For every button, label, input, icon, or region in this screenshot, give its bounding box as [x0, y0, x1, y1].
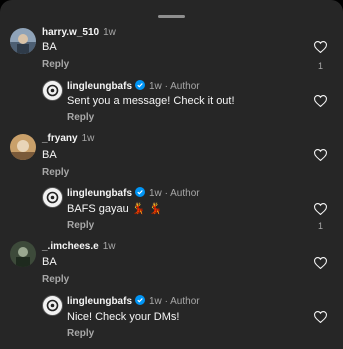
author-badge-label: Author [170, 81, 200, 92]
author-badge: · Author [161, 188, 200, 199]
reply-button[interactable]: Reply [42, 167, 69, 178]
reply-text: Sent you a message! Check it out! [67, 95, 235, 107]
verified-badge-icon [135, 187, 145, 197]
comment-text: BA [42, 256, 57, 268]
reply-meta: lingleungbafs 1w · Author [67, 295, 200, 307]
reply-meta: lingleungbafs 1w · Author [67, 187, 200, 199]
emoji-dancer: 💃 💃 [131, 203, 163, 215]
comment-username[interactable]: _fryany [42, 133, 78, 144]
heart-icon[interactable] [314, 41, 327, 53]
reply-time: 1w [149, 296, 162, 307]
reply-time: 1w [149, 81, 162, 92]
reply-username[interactable]: lingleungbafs [67, 81, 132, 92]
reply-time: 1w [149, 188, 162, 199]
reply-button[interactable]: Reply [42, 274, 69, 285]
avatar[interactable] [42, 80, 63, 101]
reply-meta: lingleungbafs 1w · Author [67, 80, 200, 92]
drag-handle[interactable] [158, 15, 185, 18]
heart-icon[interactable] [314, 95, 327, 107]
comment-meta: _.imchees.e 1w [42, 241, 116, 252]
comment-meta: _fryany 1w [42, 133, 94, 144]
reply-text: Nice! Check your DMs! [67, 311, 180, 323]
author-badge-label: Author [170, 188, 200, 199]
avatar[interactable] [42, 187, 63, 208]
verified-badge-icon [135, 295, 145, 305]
comment-username[interactable]: harry.w_510 [42, 27, 99, 38]
heart-icon[interactable] [314, 311, 327, 323]
reply-button[interactable]: Reply [67, 220, 94, 231]
author-badge: · Author [161, 81, 200, 92]
comment-username[interactable]: _.imchees.e [42, 241, 99, 252]
heart-icon[interactable] [314, 257, 327, 269]
avatar[interactable] [10, 28, 36, 54]
avatar[interactable] [42, 295, 63, 316]
heart-icon[interactable] [314, 203, 327, 215]
reply-username[interactable]: lingleungbafs [67, 296, 132, 307]
like-count: 1 [317, 61, 323, 71]
reply-text-body: BAFS gayau [67, 203, 129, 215]
reply-button[interactable]: Reply [42, 59, 69, 70]
comments-sheet: harry.w_510 1w BA Reply 1 lingleungbafs 1w… [0, 0, 343, 349]
comment-meta: harry.w_510 1w [42, 27, 116, 38]
author-badge: · Author [161, 296, 200, 307]
comment-time: 1w [102, 241, 116, 252]
comment-time: 1w [103, 27, 116, 38]
reply-username[interactable]: lingleungbafs [67, 188, 132, 199]
verified-badge-icon [135, 80, 145, 90]
author-badge-label: Author [170, 296, 200, 307]
avatar[interactable] [10, 241, 36, 267]
reply-button[interactable]: Reply [67, 328, 94, 339]
comment-text: BA [42, 149, 57, 161]
like-count: 1 [317, 221, 323, 231]
comment-time: 1w [81, 133, 95, 144]
heart-icon[interactable] [314, 149, 327, 161]
comment-text: BA [42, 41, 57, 53]
avatar[interactable] [10, 134, 36, 160]
reply-button[interactable]: Reply [67, 112, 94, 123]
reply-text: BAFS gayau 💃 💃 [67, 202, 162, 215]
